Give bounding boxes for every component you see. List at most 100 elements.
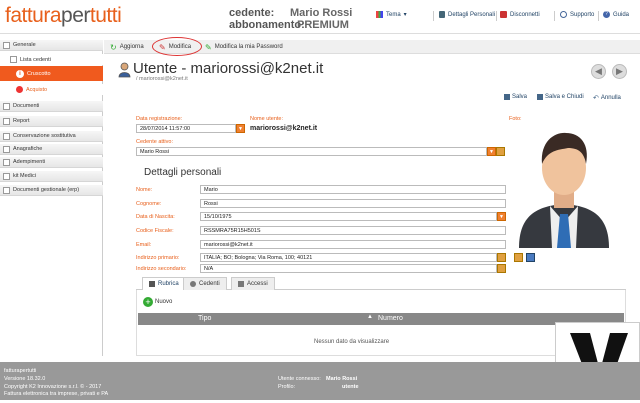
logo-part2: per — [61, 4, 90, 27]
nascita-label: Data di Nascita: — [136, 214, 175, 220]
arrow-left-icon: ◀ — [595, 66, 602, 76]
tema-link[interactable]: Tema ▾ — [376, 11, 407, 18]
modifica-password-button[interactable]: ✎ Modifica la mia Password — [205, 42, 283, 52]
sidebar-item-anagrafiche[interactable]: Anagrafiche — [0, 144, 103, 155]
tab-accessi[interactable]: Accessi — [231, 277, 275, 290]
ind-secondario-select[interactable]: N/A — [200, 264, 497, 273]
sidebar-item-documenti-gestionale[interactable]: Documenti gestionale (erp) — [0, 185, 103, 196]
ind-secondario-edit-button[interactable] — [497, 264, 506, 273]
annulla-label: Annulla — [600, 95, 621, 101]
support-icon — [560, 11, 567, 18]
supporto-link[interactable]: Supporto — [560, 11, 594, 18]
key-pencil-icon: ✎ — [205, 42, 212, 52]
footer-line4: Fattura elettronica tra imprese, privati… — [4, 391, 109, 397]
salva-label: Salva — [512, 94, 528, 100]
ind-secondario-label: Indirizzo secondario: — [136, 266, 187, 272]
email-field[interactable]: mariorossi@k2net.it — [200, 240, 506, 249]
ind-add-button[interactable] — [514, 253, 523, 262]
guida-link[interactable]: ? Guida — [603, 11, 629, 18]
sidebar: Generale Lista cedenti i Cruscotto Acquis… — [0, 40, 103, 356]
sidebar-label: Lista cedenti — [20, 56, 51, 63]
cedente-dropdown-button[interactable]: ▼ — [487, 147, 496, 156]
report-icon — [3, 117, 10, 125]
sidebar-item-generale[interactable]: Generale — [0, 40, 103, 51]
calendar-dropdown-button[interactable]: ▼ — [236, 124, 245, 133]
plus-circle-icon: + — [143, 297, 153, 307]
salva-button[interactable]: Salva — [504, 94, 527, 100]
erp-icon — [3, 186, 10, 194]
chevron-down-icon: ▼ — [238, 125, 243, 132]
sidebar-label: Documenti gestionale (erp) — [13, 187, 80, 193]
sidebar-label: Documenti — [13, 103, 40, 109]
refresh-icon: ↻ — [110, 42, 117, 52]
ind-primario-edit-button[interactable] — [497, 253, 506, 262]
aggiorna-button[interactable]: ↻ Aggiorna — [110, 42, 144, 52]
abbonamento-label: abbonamento: — [229, 19, 305, 31]
nome-field[interactable]: Mario — [200, 185, 506, 194]
sidebar-label: Anagrafiche — [13, 146, 43, 152]
cf-field[interactable]: RSSMRA75R15H501S — [200, 226, 506, 235]
sidebar-label: Adempimenti — [13, 159, 46, 165]
cognome-field[interactable]: Rossi — [200, 199, 506, 208]
nuovo-label: Nuovo — [155, 299, 173, 305]
dettagli-personali-link[interactable]: Dettagli Personali — [439, 11, 495, 18]
power-icon — [16, 86, 23, 93]
disconnetti-label: Disconnetti — [510, 11, 540, 18]
sidebar-item-kit-medici[interactable]: kit Medici — [0, 171, 103, 182]
sidebar-item-cruscotto[interactable]: i Cruscotto — [0, 66, 103, 81]
medical-icon — [3, 172, 10, 180]
disconnetti-link[interactable]: Disconnetti — [500, 11, 540, 18]
app-header: fatturapertutti cedente: Mario Rossi abb… — [0, 0, 640, 34]
cognome-label: Cognome: — [136, 201, 162, 207]
users-icon — [190, 281, 196, 287]
data-registrazione-field[interactable]: 28/07/2014 11:57:00 — [136, 124, 236, 133]
page-title: Utente - mariorossi@k2net.it — [133, 60, 324, 77]
cedente-attivo-select[interactable]: Mario Rossi — [136, 147, 487, 156]
caret-down-icon: ▾ — [403, 12, 407, 18]
sidebar-item-adempimenti[interactable]: Adempimenti — [0, 157, 103, 168]
section-title: Dettagli personali — [144, 167, 222, 178]
annulla-button[interactable]: ↶ Annulla — [593, 94, 621, 102]
sidebar-item-report[interactable]: Report — [0, 116, 103, 127]
divider — [554, 11, 555, 21]
forward-button[interactable]: ▶ — [612, 64, 627, 79]
salva-chiudi-button[interactable]: Salva e Chiudi — [537, 94, 584, 100]
data-registrazione-label: Data registrazione: — [136, 116, 183, 122]
list-icon — [10, 56, 17, 63]
arrow-right-icon: ▶ — [616, 66, 623, 76]
nascita-field[interactable]: 15/10/1975 — [200, 212, 497, 221]
back-button[interactable]: ◀ — [591, 64, 606, 79]
undo-icon: ↶ — [593, 95, 599, 102]
address-book-icon — [3, 145, 10, 153]
nascita-dropdown-button[interactable]: ▼ — [497, 212, 506, 221]
sidebar-item-lista-cedenti[interactable]: Lista cedenti — [0, 54, 103, 65]
tab-rubrica[interactable]: Rubrica — [142, 277, 186, 290]
ind-primario-select[interactable]: ITALIA; BO; Bologna; Via Roma, 100; 4012… — [200, 253, 497, 262]
guida-label: Guida — [613, 11, 630, 18]
supporto-label: Supporto — [570, 11, 595, 18]
col-numero[interactable]: Numero — [378, 315, 403, 322]
tab-cedenti[interactable]: Cedenti — [183, 277, 227, 290]
access-icon — [238, 281, 244, 287]
modifica-password-label: Modifica la mia Password — [214, 44, 283, 50]
tab-label: Cedenti — [199, 281, 220, 287]
avatar — [514, 118, 614, 248]
footer-line1: fatturapertutti — [4, 368, 37, 374]
nome-label: Nome: — [136, 187, 153, 193]
sidebar-item-acquisto[interactable]: Acquisto — [0, 84, 103, 95]
phonebook-icon — [149, 281, 155, 287]
col-tipo[interactable]: Tipo — [198, 315, 211, 322]
chevron-down-icon: ▼ — [499, 213, 504, 220]
dettagli-label: Dettagli Personali — [448, 11, 496, 18]
footer-line2: Versione 18.32.0 — [4, 376, 46, 382]
ind-add-blue-button[interactable] — [526, 253, 535, 262]
logo-part1: fattura — [5, 4, 62, 27]
cedente-edit-button[interactable] — [496, 147, 505, 156]
ind-primario-label: Indirizzo primario: — [136, 255, 180, 261]
sidebar-item-documenti[interactable]: Documenti — [0, 101, 103, 112]
cedente-value: Mario Rossi — [290, 7, 353, 19]
sidebar-item-conservazione[interactable]: Conservazione sostitutiva — [0, 131, 103, 142]
nuovo-button[interactable]: + Nuovo — [143, 297, 172, 307]
app-logo[interactable]: fatturapertutti — [5, 4, 122, 28]
tema-label: Tema — [386, 11, 401, 18]
